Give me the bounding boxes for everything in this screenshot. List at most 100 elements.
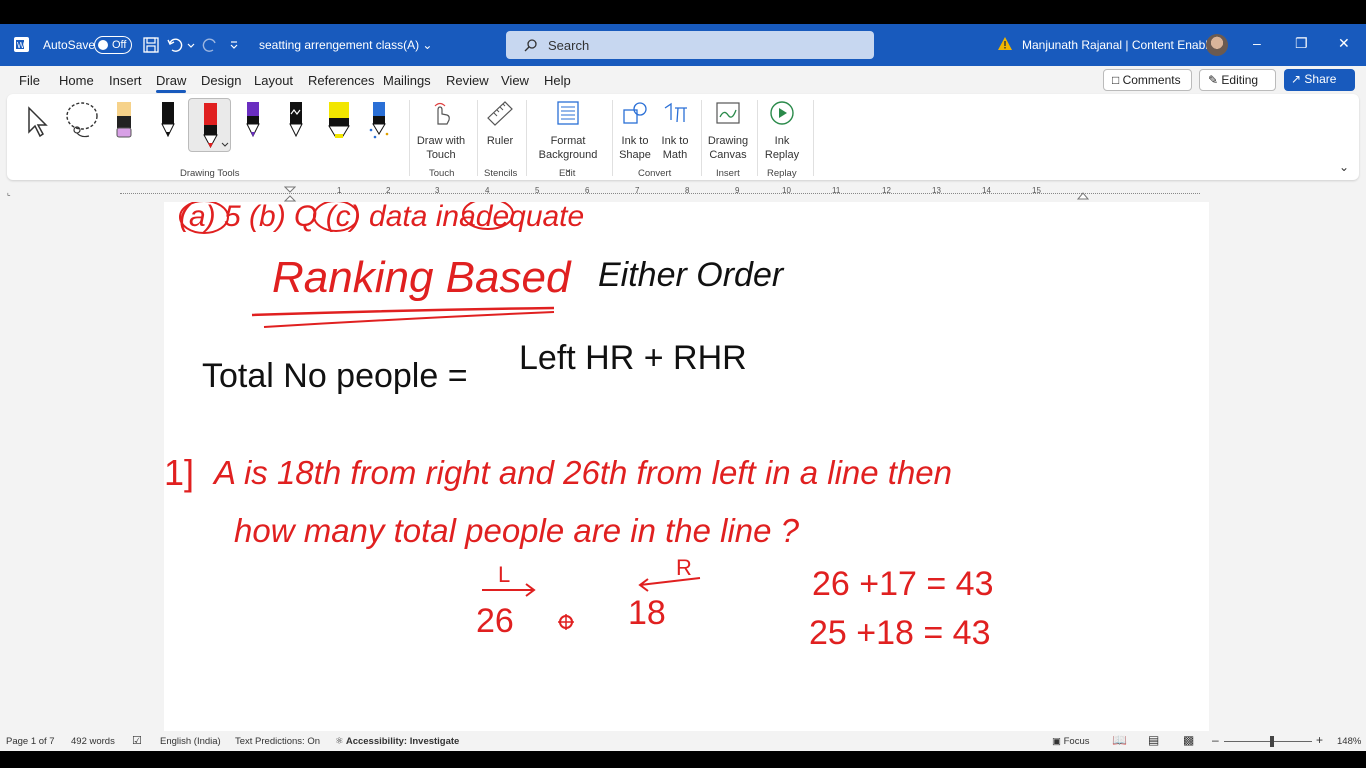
tab-home[interactable]: Home [59, 73, 94, 88]
group-touch: Touch [429, 168, 455, 179]
editing-button[interactable]: ✎ Editing ⌄ [1199, 69, 1276, 101]
tab-references[interactable]: References [308, 73, 374, 88]
zoom-level[interactable]: 148% [1337, 736, 1361, 747]
ink-canvas[interactable]: (a) 5 (b) Q (c) data inadequate Ranking … [164, 202, 1209, 731]
ink-formula-right: Left HR + RHR [519, 339, 747, 377]
pen-black-icon[interactable] [157, 100, 179, 140]
tab-selector-icon[interactable]: ⌞ [7, 188, 11, 197]
accessibility-icon: ⚛ [335, 736, 344, 747]
proofing-icon[interactable]: ☑ [132, 734, 142, 747]
collapse-ribbon-icon[interactable]: ⌄ [1339, 160, 1349, 174]
focus-icon: ▣ [1052, 736, 1061, 747]
ruler-label: Ruler [486, 135, 514, 147]
web-layout-icon[interactable]: ▩ [1183, 733, 1194, 747]
ink-replay-button[interactable]: Ink Replay [763, 100, 801, 162]
close-icon[interactable]: ✕ [1338, 35, 1350, 52]
word-app-icon: W [14, 37, 29, 52]
restore-icon[interactable]: ❐ [1295, 35, 1308, 52]
zoom-slider[interactable] [1224, 741, 1312, 742]
tab-insert[interactable]: Insert [109, 73, 142, 88]
ruler-button[interactable]: Ruler [483, 100, 517, 148]
minimize-icon[interactable]: – [1253, 35, 1261, 51]
eraser-icon[interactable] [113, 100, 135, 140]
format-background-button[interactable]: Format Background ⌄ [535, 100, 601, 176]
pen-pattern-icon[interactable] [285, 100, 307, 140]
autosave-label: AutoSave [43, 38, 96, 52]
indent-marker-icon[interactable] [284, 186, 296, 202]
ruler-number: 9 [735, 186, 740, 195]
document-name[interactable]: seatting arrengement class(A) ⌄ [259, 38, 432, 52]
text-predictions[interactable]: Text Predictions: On [235, 736, 320, 747]
tab-mailings[interactable]: Mailings [383, 73, 431, 88]
ink-replay-icon [770, 101, 794, 125]
ink-person-cross [558, 614, 574, 630]
pen-galaxy-icon[interactable] [367, 100, 391, 140]
search-box[interactable]: Search [506, 31, 874, 59]
focus-button[interactable]: ▣ Focus [1052, 736, 1090, 747]
language[interactable]: English (India) [160, 736, 221, 747]
document-page[interactable]: (a) 5 (b) Q (c) data inadequate Ranking … [164, 202, 1209, 731]
ink-value-left: 26 [476, 602, 514, 640]
customize-toolbar-icon[interactable] [226, 36, 244, 54]
ink-value-right: 18 [628, 594, 666, 632]
ruler-number: 8 [685, 186, 690, 195]
user-name[interactable]: Manjunath Rajanal | Content Enablers [1022, 38, 1225, 52]
zoom-in-button[interactable]: + [1316, 733, 1323, 747]
horizontal-ruler[interactable]: ⌞ 1 2 3 4 5 6 7 8 9 10 11 12 13 14 15 [0, 186, 1366, 202]
ink-to-math-button[interactable]: Ink to Math [657, 100, 693, 162]
autosave-toggle[interactable]: Off [94, 36, 132, 54]
ruler-number: 7 [635, 186, 640, 195]
group-stencils: Stencils [484, 168, 518, 179]
menu-bar: File Home Insert Draw Design Layout Refe… [0, 66, 1366, 101]
warning-icon[interactable] [997, 36, 1013, 52]
right-indent-marker-icon[interactable] [1077, 188, 1089, 200]
accessibility-status[interactable]: ⚛ Accessibility: Investigate [335, 736, 459, 747]
print-layout-icon[interactable]: ▤ [1148, 733, 1159, 747]
redo-icon[interactable] [201, 36, 219, 54]
ribbon-draw: Drawing Tools Draw with Touch Touch Rule… [7, 94, 1359, 180]
share-button[interactable]: ↗ Share ⌄ [1284, 69, 1355, 100]
ruler-number: 10 [782, 186, 791, 195]
tab-help[interactable]: Help [544, 73, 571, 88]
group-edit: Edit [559, 168, 576, 179]
comments-button[interactable]: □ Comments [1103, 69, 1192, 91]
drawing-canvas-button[interactable]: Drawing Canvas [707, 100, 749, 162]
document-area[interactable]: (a) 5 (b) Q (c) data inadequate Ranking … [0, 202, 1366, 731]
focus-label: Focus [1063, 736, 1090, 747]
autosave-state: Off [112, 39, 127, 51]
ruler-number: 2 [386, 186, 391, 195]
ink-question-number: 1] [164, 452, 194, 493]
ink-to-shape-label-2: Shape [619, 149, 651, 161]
zoom-slider-thumb[interactable] [1270, 736, 1274, 747]
drawing-canvas-label-2: Canvas [709, 149, 747, 161]
word-count[interactable]: 492 words [71, 736, 115, 747]
tab-view[interactable]: View [501, 73, 529, 88]
draw-with-touch-button[interactable]: Draw with Touch [415, 100, 467, 162]
tab-draw[interactable]: Draw [156, 73, 187, 93]
pen-red-selected[interactable] [188, 98, 231, 152]
divider [701, 100, 702, 176]
draw-with-touch-label-2: Touch [426, 149, 456, 161]
drawing-canvas-label-1: Drawing [707, 135, 749, 147]
highlighter-yellow-icon[interactable] [325, 100, 353, 140]
tab-design[interactable]: Design [201, 73, 241, 88]
page-count[interactable]: Page 1 of 7 [6, 736, 55, 747]
save-icon[interactable] [142, 36, 160, 54]
tab-file[interactable]: File [19, 73, 40, 88]
pen-purple-icon[interactable] [242, 100, 264, 140]
zoom-out-button[interactable]: – [1212, 733, 1219, 747]
ruler-number: 1 [337, 186, 342, 195]
lasso-select-icon[interactable] [63, 100, 101, 140]
ink-calc-1: 26 +17 = 43 [812, 565, 994, 603]
ink-to-shape-button[interactable]: Ink to Shape [617, 100, 653, 162]
ink-top-line: (a) 5 (b) Q (c) data inadequate [179, 202, 584, 233]
ruler-number: 13 [932, 186, 941, 195]
tab-layout[interactable]: Layout [254, 73, 293, 88]
arrow-left-label: L [498, 562, 510, 587]
undo-icon[interactable] [166, 36, 184, 54]
avatar[interactable] [1206, 34, 1228, 56]
group-convert: Convert [638, 168, 672, 179]
read-mode-icon[interactable]: 📖 [1112, 733, 1127, 747]
select-cursor-icon[interactable] [25, 100, 53, 140]
tab-review[interactable]: Review [446, 73, 489, 88]
